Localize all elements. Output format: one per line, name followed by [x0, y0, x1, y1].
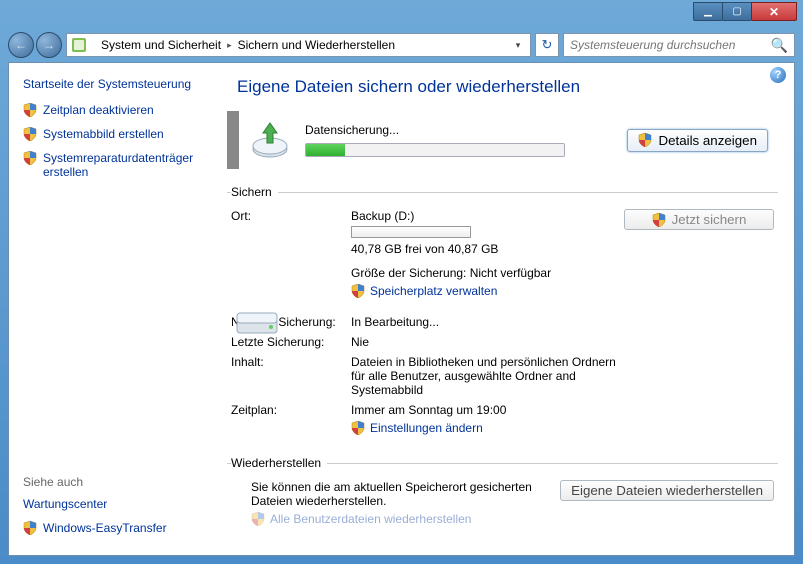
- shield-icon: [23, 521, 37, 535]
- backup-progress-bar: [305, 143, 565, 157]
- content-frame: ? Startseite der Systemsteuerung Zeitpla…: [8, 62, 795, 556]
- address-bar[interactable]: System und Sicherheit ▸ Sichern und Wied…: [66, 33, 531, 57]
- search-icon[interactable]: 🔍: [771, 37, 788, 54]
- refresh-button[interactable]: ↻: [535, 33, 559, 57]
- shield-icon: [351, 284, 365, 298]
- button-label: Details anzeigen: [658, 133, 757, 148]
- backup-section: Sichern Jetzt sichern Ort: Backup (D:) 4…: [227, 185, 778, 444]
- shield-icon: [23, 103, 37, 117]
- link-label: Speicherplatz verwalten: [370, 284, 497, 298]
- link-label: Einstellungen ändern: [370, 421, 483, 435]
- restore-description: Sie können die am aktuellen Speicherort …: [251, 480, 551, 508]
- shield-icon: [23, 151, 37, 165]
- schedule-value: Immer am Sonntag um 19:00: [351, 403, 774, 417]
- see-also-header: Siehe auch: [23, 475, 201, 489]
- window-titlebar: ▁ ▢ ✕: [0, 0, 803, 28]
- backup-progress-icon: [249, 119, 291, 161]
- explorer-navbar: ← → System und Sicherheit ▸ Sichern und …: [0, 28, 803, 62]
- sidebar-task-repair-disc[interactable]: Systemreparaturdatenträger erstellen: [23, 151, 201, 179]
- sidebar-task-create-image[interactable]: Systemabbild erstellen: [23, 127, 201, 141]
- back-button[interactable]: ←: [8, 32, 34, 58]
- last-backup-value: Nie: [351, 335, 774, 349]
- button-label: Eigene Dateien wiederherstellen: [571, 483, 763, 498]
- hard-drive-icon: [233, 303, 281, 339]
- minimize-button[interactable]: ▁: [693, 2, 723, 21]
- breadcrumb-segment[interactable]: System und Sicherheit: [93, 38, 221, 52]
- see-also-easytransfer[interactable]: Windows-EasyTransfer: [23, 521, 201, 535]
- manage-space-link[interactable]: Speicherplatz verwalten: [351, 284, 497, 298]
- free-space-text: 40,78 GB frei von 40,87 GB: [351, 242, 624, 256]
- address-dropdown-icon[interactable]: ▾: [510, 40, 526, 51]
- restore-all-users-link[interactable]: Alle Benutzerdateien wiederherstellen: [251, 512, 471, 526]
- backup-size-text: Größe der Sicherung: Nicht verfügbar: [351, 266, 624, 280]
- button-label: Jetzt sichern: [672, 212, 747, 227]
- shield-icon: [351, 421, 365, 435]
- page-title: Eigene Dateien sichern oder wiederherste…: [237, 77, 778, 97]
- sidebar: Startseite der Systemsteuerung Zeitplan …: [9, 63, 211, 555]
- see-also-label: Windows-EasyTransfer: [43, 521, 167, 535]
- backup-progress-box: Datensicherung... Details anzeigen: [227, 111, 778, 169]
- window-buttons: ▁ ▢ ✕: [694, 2, 797, 21]
- restore-section: Wiederherstellen Eigene Dateien wiederhe…: [227, 456, 778, 529]
- show-details-button[interactable]: Details anzeigen: [627, 129, 768, 152]
- control-panel-home-link[interactable]: Startseite der Systemsteuerung: [23, 77, 201, 91]
- content-value: Dateien in Bibliotheken und persönlichen…: [351, 355, 631, 397]
- main-panel: Eigene Dateien sichern oder wiederherste…: [211, 63, 794, 555]
- backup-now-button[interactable]: Jetzt sichern: [624, 209, 774, 230]
- restore-section-legend: Wiederherstellen: [231, 456, 327, 470]
- link-label: Alle Benutzerdateien wiederherstellen: [270, 512, 471, 526]
- backup-section-legend: Sichern: [231, 185, 278, 199]
- restore-files-button[interactable]: Eigene Dateien wiederherstellen: [560, 480, 774, 501]
- sidebar-task-label: Systemabbild erstellen: [43, 127, 164, 141]
- search-input[interactable]: [570, 38, 771, 52]
- next-backup-value: In Bearbeitung...: [351, 315, 774, 329]
- location-label: Ort:: [231, 209, 351, 301]
- schedule-label: Zeitplan:: [231, 403, 351, 438]
- location-value: Backup (D:): [351, 209, 624, 223]
- close-button[interactable]: ✕: [751, 2, 797, 21]
- disk-usage-bar: [351, 226, 471, 238]
- change-settings-link[interactable]: Einstellungen ändern: [351, 421, 483, 435]
- sidebar-task-label: Systemreparaturdatenträger erstellen: [43, 151, 201, 179]
- control-panel-icon: [71, 37, 87, 53]
- maximize-button[interactable]: ▢: [722, 2, 752, 21]
- shield-icon: [652, 213, 666, 227]
- forward-button[interactable]: →: [36, 32, 62, 58]
- breadcrumb-separator-icon: ▸: [227, 40, 232, 51]
- sidebar-task-disable-schedule[interactable]: Zeitplan deaktivieren: [23, 103, 201, 117]
- search-box[interactable]: 🔍: [563, 33, 795, 57]
- shield-icon: [23, 127, 37, 141]
- breadcrumb-segment[interactable]: Sichern und Wiederherstellen: [238, 38, 395, 52]
- sidebar-task-label: Zeitplan deaktivieren: [43, 103, 154, 117]
- shield-icon: [638, 133, 652, 147]
- progress-label: Datensicherung...: [305, 123, 627, 137]
- content-label: Inhalt:: [231, 355, 351, 397]
- shield-icon: [251, 512, 265, 526]
- see-also-maintenance[interactable]: Wartungscenter: [23, 497, 201, 511]
- see-also-label: Wartungscenter: [23, 497, 107, 511]
